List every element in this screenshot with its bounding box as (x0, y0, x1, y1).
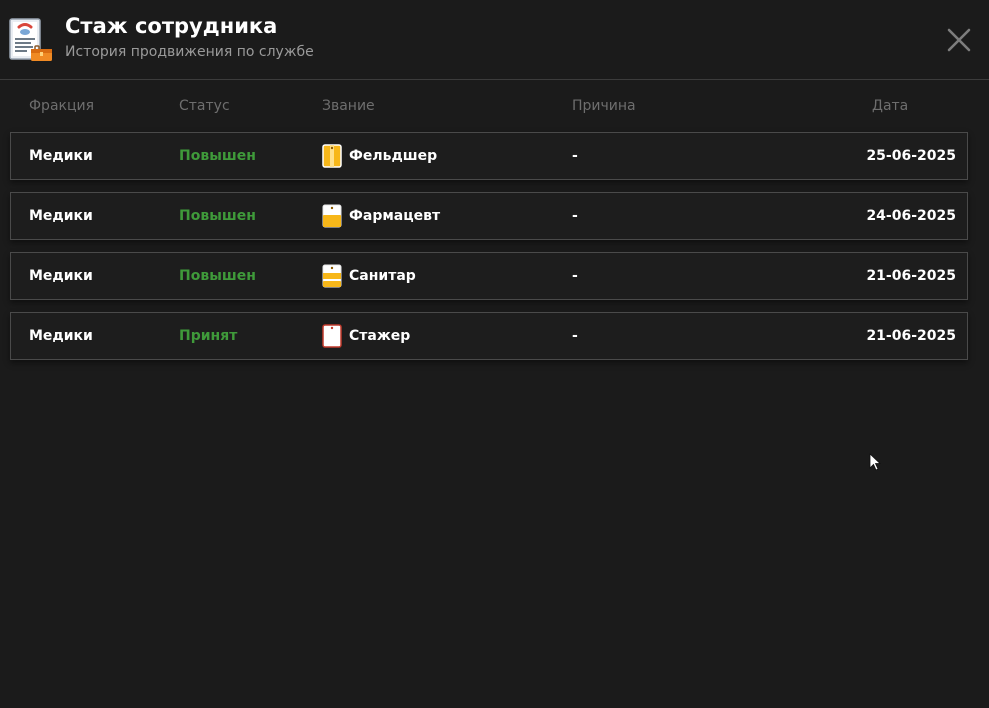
column-header-status: Статус (179, 98, 230, 114)
row-date: 21-06-2025 (866, 328, 956, 344)
row-faction: Медики (29, 268, 93, 284)
row-status: Принят (179, 328, 238, 344)
row-rank-label: Стажер (349, 328, 411, 344)
row-status: Повышен (179, 148, 256, 164)
row-status: Повышен (179, 268, 256, 284)
rank-badge-icon (322, 204, 342, 228)
employee-record-icon (9, 18, 52, 61)
column-header-reason: Причина (572, 98, 636, 114)
row-rank: Стажер (322, 313, 410, 359)
table-row: Медики Принят Стажер - 21-06-2025 (10, 312, 968, 360)
row-rank-label: Фармацевт (349, 208, 441, 224)
row-reason: - (572, 328, 578, 344)
rank-badge-icon (322, 324, 342, 348)
row-date: 25-06-2025 (866, 148, 956, 164)
table-row: Медики Повышен Фельдшер - 25-06-2025 (10, 132, 968, 180)
row-faction: Медики (29, 148, 93, 164)
page-title: Стаж сотрудника (65, 14, 278, 38)
column-header-faction: Фракция (29, 98, 95, 114)
row-reason: - (572, 148, 578, 164)
page-subtitle: История продвижения по службе (65, 44, 314, 60)
row-rank-label: Фельдшер (349, 148, 438, 164)
row-status: Повышен (179, 208, 256, 224)
rank-badge-icon (322, 144, 342, 168)
window-header: Стаж сотрудника История продвижения по с… (0, 0, 989, 80)
mouse-cursor-icon (869, 453, 881, 471)
row-faction: Медики (29, 328, 93, 344)
row-faction: Медики (29, 208, 93, 224)
row-rank: Фельдшер (322, 133, 437, 179)
row-rank: Санитар (322, 253, 416, 299)
close-icon[interactable] (945, 26, 973, 54)
row-reason: - (572, 208, 578, 224)
row-date: 21-06-2025 (866, 268, 956, 284)
column-header-rank: Звание (322, 98, 375, 114)
column-header-date: Дата (872, 98, 909, 114)
row-reason: - (572, 268, 578, 284)
row-rank-label: Санитар (349, 268, 416, 284)
table-row: Медики Повышен Санитар - 21-06-2025 (10, 252, 968, 300)
table-row: Медики Повышен Фармацевт - 24-06-2025 (10, 192, 968, 240)
row-rank: Фармацевт (322, 193, 440, 239)
rank-badge-icon (322, 264, 342, 288)
seniority-window: Стаж сотрудника История продвижения по с… (0, 0, 989, 708)
row-date: 24-06-2025 (866, 208, 956, 224)
